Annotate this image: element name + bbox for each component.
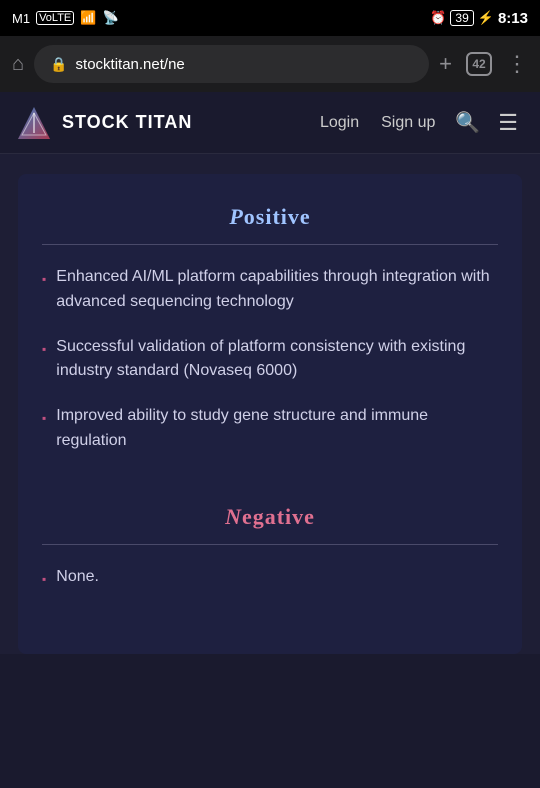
logo-icon [16, 105, 52, 141]
positive-bullet-3: Improved ability to study gene structure… [56, 404, 498, 454]
status-left: M1 VoLTE 📶 📡 [12, 10, 119, 26]
search-icon[interactable]: 🔍 [449, 104, 486, 141]
list-item: ▪ Successful validation of platform cons… [42, 335, 498, 385]
site-logo: STOCK TITAN [16, 105, 192, 141]
signal-icon: 📶 [80, 10, 96, 26]
list-item: ▪ Improved ability to study gene structu… [42, 404, 498, 454]
new-tab-icon[interactable]: + [439, 51, 452, 77]
alarm-icon: ⏰ [430, 10, 446, 26]
site-header: STOCK TITAN Login Sign up 🔍 ☰ [0, 92, 540, 154]
main-content: Positive ▪ Enhanced AI/ML platform capab… [0, 154, 540, 654]
signup-link[interactable]: Sign up [373, 108, 443, 138]
negative-title: Negative [42, 504, 498, 530]
site-title: STOCK TITAN [62, 112, 192, 133]
positive-title: Positive [42, 204, 498, 230]
url-lock-icon: 🔒 [50, 56, 67, 73]
status-right: ⏰ 39 ⚡ 8:13 [430, 10, 528, 27]
wifi-icon: 📡 [102, 10, 118, 26]
charging-icon: ⚡ [478, 10, 494, 26]
negative-bullet-list: ▪ None. [42, 565, 498, 590]
bullet-marker: ▪ [42, 570, 46, 589]
positive-bullet-2: Successful validation of platform consis… [56, 335, 498, 385]
negative-bullet-1: None. [56, 565, 99, 590]
list-item: ▪ Enhanced AI/ML platform capabilities t… [42, 265, 498, 315]
negative-divider [42, 544, 498, 545]
negative-section: Negative ▪ None. [42, 504, 498, 590]
list-item: ▪ None. [42, 565, 498, 590]
browser-chrome: ⌂ 🔒 stocktitan.net/ne + 42 ⋮ [0, 36, 540, 92]
battery-level: 39 [450, 10, 473, 26]
bullet-marker: ▪ [42, 409, 46, 428]
tabs-count-badge[interactable]: 42 [466, 52, 492, 76]
site-nav: Login Sign up 🔍 ☰ [312, 104, 524, 142]
bullet-marker: ▪ [42, 270, 46, 289]
carrier-label: M1 [12, 11, 30, 26]
browser-menu-icon[interactable]: ⋮ [506, 51, 528, 77]
positive-bullet-list: ▪ Enhanced AI/ML platform capabilities t… [42, 265, 498, 454]
sentiment-card: Positive ▪ Enhanced AI/ML platform capab… [18, 174, 522, 654]
home-icon[interactable]: ⌂ [12, 53, 24, 76]
status-bar: M1 VoLTE 📶 📡 ⏰ 39 ⚡ 8:13 [0, 0, 540, 36]
positive-bullet-1: Enhanced AI/ML platform capabilities thr… [56, 265, 498, 315]
status-time: 8:13 [498, 10, 528, 27]
hamburger-menu-icon[interactable]: ☰ [492, 104, 524, 142]
url-text: stocktitan.net/ne [76, 56, 414, 73]
url-bar[interactable]: 🔒 stocktitan.net/ne [34, 45, 429, 83]
positive-divider [42, 244, 498, 245]
volte-badge: VoLTE [36, 11, 74, 25]
browser-actions: + 42 ⋮ [439, 51, 528, 77]
positive-section: Positive ▪ Enhanced AI/ML platform capab… [42, 204, 498, 454]
login-link[interactable]: Login [312, 108, 367, 138]
bullet-marker: ▪ [42, 340, 46, 359]
